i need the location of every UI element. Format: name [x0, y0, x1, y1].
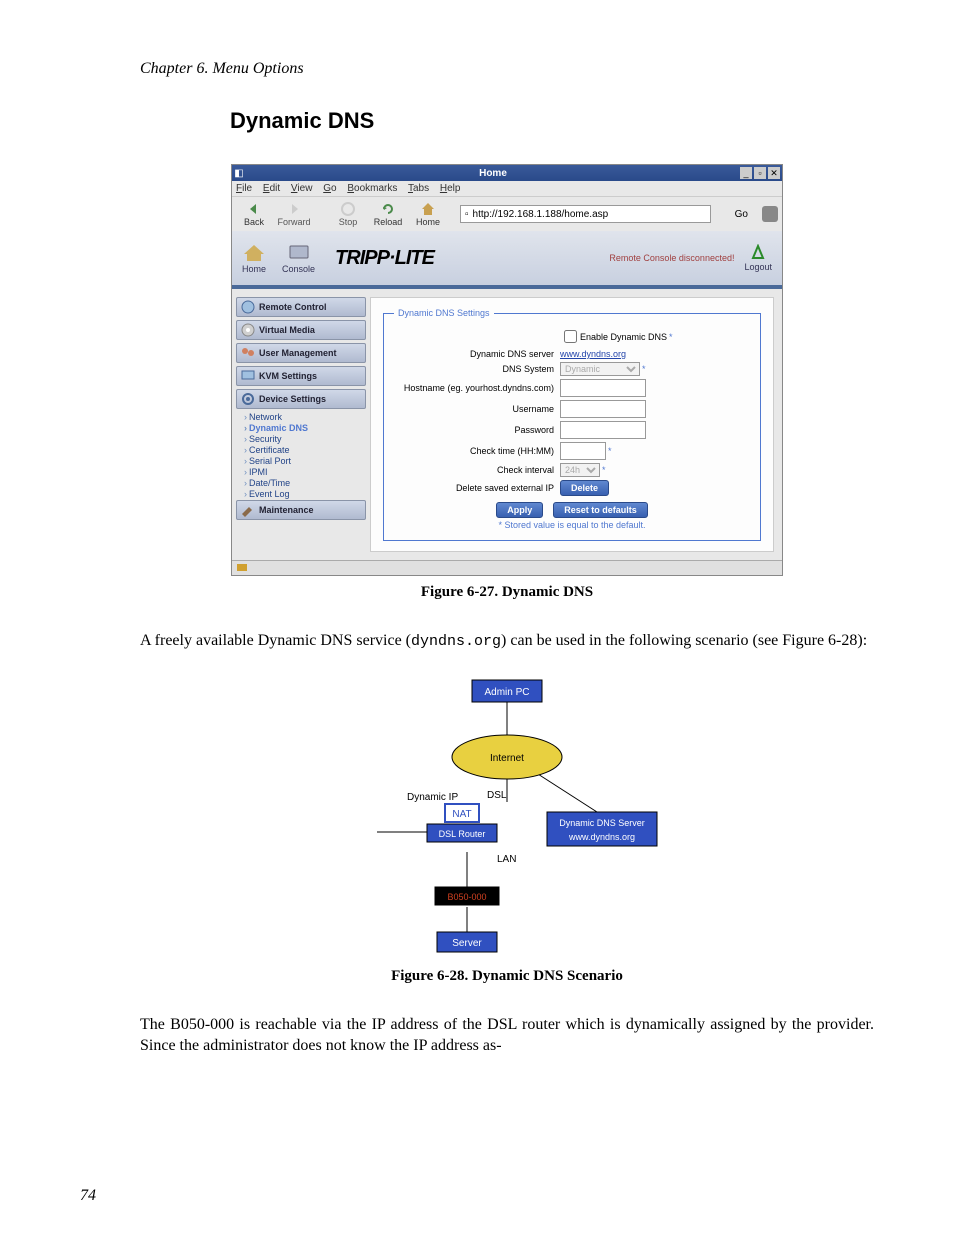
hostname-input[interactable]	[560, 379, 646, 397]
svg-text:DSL Router: DSL Router	[439, 829, 486, 839]
enable-dns-checkbox[interactable]	[564, 330, 577, 343]
svg-text:DSL: DSL	[487, 790, 507, 801]
app-header: Home Console TRIPP·LITE Remote Console d…	[232, 231, 782, 289]
sidebar-item-user-management[interactable]: User Management	[236, 343, 366, 363]
reload-button[interactable]: Reload	[370, 201, 406, 227]
apply-button[interactable]: Apply	[496, 502, 543, 518]
main-panel: Dynamic DNS Settings Enable Dynamic DNS *…	[370, 297, 774, 552]
header-home-link[interactable]: Home	[242, 242, 266, 274]
section-title: Dynamic DNS	[230, 108, 874, 134]
stored-note: * Stored value is equal to the default.	[394, 520, 750, 530]
sidebar-sub-ipmi[interactable]: ›IPMI	[244, 467, 366, 477]
stop-button[interactable]: Stop	[330, 201, 366, 227]
body-paragraph-2: The B050-000 is reachable via the IP add…	[140, 1015, 874, 1057]
password-input[interactable]	[560, 421, 646, 439]
body-paragraph-1: A freely available Dynamic DNS service (…	[140, 631, 874, 652]
password-label: Password	[394, 425, 554, 435]
sidebar-item-virtual-media[interactable]: Virtual Media	[236, 320, 366, 340]
chapter-header: Chapter 6. Menu Options	[140, 60, 874, 78]
logout-link[interactable]: Logout	[744, 244, 772, 272]
toolbar: Back Forward Stop Reload Home ▫	[232, 196, 782, 231]
menu-bookmarks[interactable]: Bookmarks	[347, 183, 397, 194]
browser-statusbar	[232, 560, 782, 575]
sidebar-item-kvm-settings[interactable]: KVM Settings	[236, 366, 366, 386]
sidebar-sub-network[interactable]: ›Network	[244, 412, 366, 422]
sidebar: Remote Control Virtual Media User Manage…	[232, 289, 370, 560]
hostname-label: Hostname (eg. yourhost.dyndns.com)	[394, 383, 554, 393]
throbber-icon	[762, 206, 778, 222]
delete-ip-label: Delete saved external IP	[394, 483, 554, 493]
username-label: Username	[394, 404, 554, 414]
sidebar-sub-event-log[interactable]: ›Event Log	[244, 489, 366, 499]
page-number: 74	[80, 1187, 96, 1205]
delete-button[interactable]: Delete	[560, 480, 609, 496]
sidebar-sub-serial-port[interactable]: ›Serial Port	[244, 456, 366, 466]
checktime-label: Check time (HH:MM)	[394, 446, 554, 456]
enable-dns-label: Enable Dynamic DNS	[580, 332, 667, 342]
system-label: DNS System	[394, 364, 554, 374]
dns-settings-fieldset: Dynamic DNS Settings Enable Dynamic DNS *…	[383, 308, 761, 541]
browser-window: ◧ Home _ ▫ ✕ FFileile Edit View Go Bookm…	[231, 164, 783, 576]
svg-text:NAT: NAT	[452, 809, 471, 820]
dns-system-select[interactable]: Dynamic	[560, 362, 640, 376]
address-bar[interactable]: ▫ http://192.168.1.188/home.asp	[460, 205, 711, 223]
menu-edit[interactable]: Edit	[263, 183, 280, 194]
fieldset-legend: Dynamic DNS Settings	[394, 308, 494, 318]
maximize-icon[interactable]: ▫	[754, 167, 766, 179]
app-icon: ◧	[232, 168, 246, 179]
menu-tabs[interactable]: Tabs	[408, 183, 429, 194]
svg-text:B050-000: B050-000	[447, 892, 486, 902]
sidebar-sub-datetime[interactable]: ›Date/Time	[244, 478, 366, 488]
status-text: Remote Console disconnected!	[609, 253, 734, 263]
svg-text:Internet: Internet	[490, 753, 524, 764]
svg-text:Server: Server	[452, 938, 482, 949]
reset-button[interactable]: Reset to defaults	[553, 502, 648, 518]
svg-text:Admin PC: Admin PC	[484, 687, 529, 698]
dyndns-link[interactable]: www.dyndns.org	[560, 349, 626, 359]
home-button[interactable]: Home	[410, 201, 446, 227]
username-input[interactable]	[560, 400, 646, 418]
dyndns-code: dyndns.org	[411, 633, 501, 650]
back-button[interactable]: Back	[236, 201, 272, 227]
svg-text:Dynamic DNS Server: Dynamic DNS Server	[559, 818, 645, 828]
go-button[interactable]: Go	[729, 209, 754, 220]
server-label: Dynamic DNS server	[394, 349, 554, 359]
menu-help[interactable]: Help	[440, 183, 461, 194]
menu-view[interactable]: View	[291, 183, 313, 194]
figure-28-caption: Figure 6-28. Dynamic DNS Scenario	[140, 968, 874, 985]
sidebar-sub-dynamic-dns[interactable]: ›Dynamic DNS	[244, 423, 366, 433]
svg-text:Dynamic IP: Dynamic IP	[407, 792, 458, 803]
sidebar-sub-security[interactable]: ›Security	[244, 434, 366, 444]
sidebar-item-remote-control[interactable]: Remote Control	[236, 297, 366, 317]
forward-button[interactable]: Forward	[276, 201, 312, 227]
window-title: Home	[246, 168, 740, 179]
window-titlebar: ◧ Home _ ▫ ✕	[232, 165, 782, 181]
sidebar-item-maintenance[interactable]: Maintenance	[236, 500, 366, 520]
figure-27-caption: Figure 6-27. Dynamic DNS	[140, 584, 874, 601]
minimize-icon[interactable]: _	[740, 167, 752, 179]
svg-text:www.dyndns.org: www.dyndns.org	[568, 832, 635, 842]
checktime-input[interactable]	[560, 442, 606, 460]
header-console-link[interactable]: Console	[282, 242, 315, 274]
interval-label: Check interval	[394, 465, 554, 475]
svg-text:LAN: LAN	[497, 854, 516, 865]
menubar: FFileile Edit View Go Bookmarks Tabs Hel…	[232, 181, 782, 196]
sidebar-sub-certificate[interactable]: ›Certificate	[244, 445, 366, 455]
dns-scenario-diagram: Admin PC Internet Dynamic IP DSL NAT DSL…	[347, 672, 667, 962]
menu-file[interactable]: FFileile	[236, 183, 252, 194]
interval-select[interactable]: 24h	[560, 463, 600, 477]
close-icon[interactable]: ✕	[768, 167, 780, 179]
menu-go[interactable]: Go	[323, 183, 336, 194]
brand-logo: TRIPP·LITE	[315, 247, 609, 270]
sidebar-submenu: ›Network ›Dynamic DNS ›Security ›Certifi…	[236, 412, 366, 499]
sidebar-item-device-settings[interactable]: Device Settings	[236, 389, 366, 409]
